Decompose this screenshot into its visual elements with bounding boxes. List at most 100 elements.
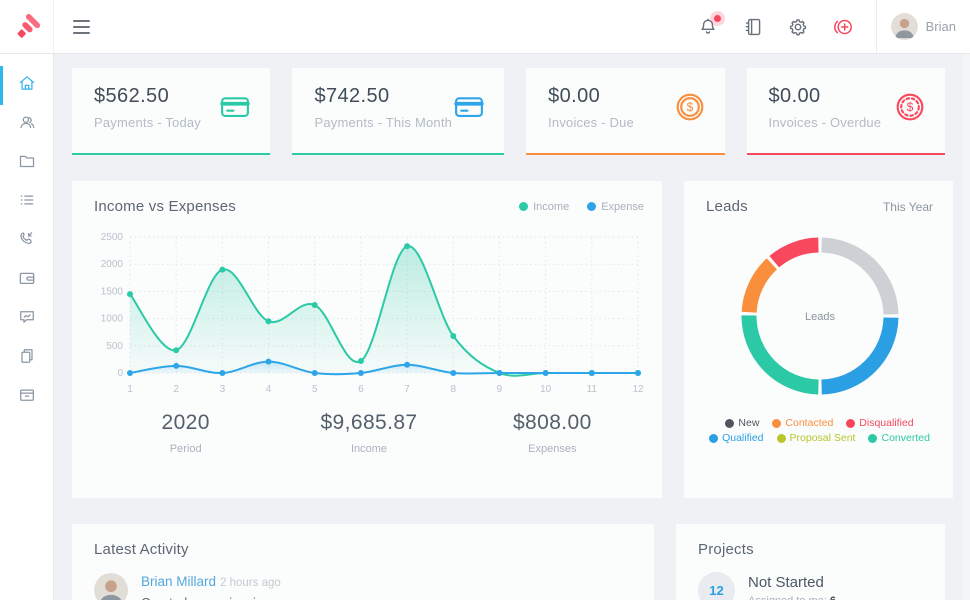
x-tick-label: 3 <box>220 384 226 395</box>
donut-segment-disqualified[interactable] <box>774 245 818 262</box>
data-point <box>219 370 225 376</box>
activity-user-link[interactable]: Brian Millard <box>141 574 216 589</box>
summary-period: 2020Period <box>94 411 277 455</box>
stat-label: Invoices - Overdue <box>769 115 882 130</box>
chart-legend: Income Expense <box>519 201 644 213</box>
summary-expenses: $808.00Expenses <box>461 411 644 455</box>
notification-badge <box>714 15 721 22</box>
wallet-icon <box>17 268 37 293</box>
data-point <box>173 363 179 369</box>
sidebar-item-tasks[interactable] <box>0 183 53 222</box>
leads-legend-converted[interactable]: Converted <box>868 432 929 444</box>
notifications-button[interactable] <box>696 15 720 39</box>
project-status-row[interactable]: 12Not StartedAssigned to me:6 <box>698 572 927 600</box>
data-point <box>219 267 225 273</box>
activity-list: Brian Millard2 hours agoCreated a new in… <box>94 573 636 600</box>
donut-segment-converted[interactable] <box>748 315 817 387</box>
y-tick-label: 1000 <box>101 314 124 325</box>
data-point <box>358 358 364 364</box>
tasks-icon <box>17 190 37 215</box>
legend-label: Qualified <box>722 432 763 444</box>
x-tick-label: 10 <box>540 384 552 395</box>
donut-segment-new[interactable] <box>821 245 890 314</box>
summary-value: 2020 <box>94 411 277 435</box>
project-count-badge: 12 <box>698 572 735 600</box>
summary-label: Expenses <box>461 443 644 455</box>
sidebar-item-archive[interactable] <box>0 378 53 417</box>
x-tick-label: 9 <box>497 384 503 395</box>
legend-dot <box>777 434 786 443</box>
x-tick-label: 12 <box>632 384 644 395</box>
contacts-icon <box>17 112 37 137</box>
legend-expense[interactable]: Expense <box>587 201 644 213</box>
sidebar <box>0 54 54 600</box>
data-point <box>404 243 410 249</box>
x-tick-label: 7 <box>404 384 410 395</box>
sidebar-item-documents[interactable] <box>0 339 53 378</box>
x-tick-label: 8 <box>450 384 456 395</box>
data-point <box>266 359 272 365</box>
stat-card-2[interactable]: $0.00Invoices - Due$ <box>526 68 724 155</box>
projects-list: 12Not StartedAssigned to me:6 <box>698 572 927 600</box>
stat-card-1[interactable]: $742.50Payments - This Month <box>292 68 504 155</box>
svg-text:$: $ <box>907 100 914 114</box>
leads-legend-qualified[interactable]: Qualified <box>709 432 763 444</box>
summary-value: $9,685.87 <box>277 411 460 435</box>
settings-button[interactable] <box>786 15 810 39</box>
leads-legend-disqualified[interactable]: Disqualified <box>846 417 913 429</box>
user-name: Brian <box>926 19 956 34</box>
stat-cards-row: $562.50Payments - Today $742.50Payments -… <box>72 68 945 155</box>
leads-legend: New Contacted Disqualified Qualified Proposa… <box>706 417 933 444</box>
divider <box>876 0 877 54</box>
leads-range-selector[interactable]: This Year <box>883 200 933 214</box>
data-point <box>312 302 318 308</box>
quick-add-button[interactable] <box>831 15 855 39</box>
donut-segment-contacted[interactable] <box>749 264 772 312</box>
projects-title: Projects <box>698 541 927 558</box>
leads-legend-proposal-sent[interactable]: Proposal Sent <box>777 432 856 444</box>
scrollbar-track[interactable] <box>963 54 970 600</box>
sidebar-item-chat[interactable] <box>0 300 53 339</box>
leads-legend-new[interactable]: New <box>725 417 759 429</box>
stat-card-0[interactable]: $562.50Payments - Today <box>72 68 270 155</box>
income-expenses-chart: 05001000150020002500123456789101112 <box>94 225 644 403</box>
chart-summary-row: 2020Period$9,685.87Income$808.00Expenses <box>94 411 644 455</box>
credit-card-icon <box>452 90 486 153</box>
sidebar-item-home[interactable] <box>0 66 53 105</box>
menu-toggle-icon[interactable] <box>69 16 94 38</box>
activity-item: Brian Millard2 hours agoCreated a new in… <box>94 573 636 600</box>
app-logo[interactable] <box>0 0 54 53</box>
data-point <box>404 362 410 368</box>
stat-value: $0.00 <box>548 85 634 108</box>
stat-label: Payments - This Month <box>314 115 452 130</box>
home-icon <box>17 73 37 98</box>
logo-icon <box>12 12 42 42</box>
stat-card-3[interactable]: $0.00Invoices - Overdue$ <box>747 68 945 155</box>
stat-label: Payments - Today <box>94 115 201 130</box>
data-point <box>173 347 179 353</box>
archive-icon <box>17 385 37 410</box>
y-tick-label: 2000 <box>101 259 124 270</box>
leads-title: Leads <box>706 198 748 215</box>
sidebar-item-wallet[interactable] <box>0 261 53 300</box>
legend-income[interactable]: Income <box>519 201 569 213</box>
topbar: Brian <box>0 0 970 54</box>
y-tick-label: 1500 <box>101 286 124 297</box>
sidebar-item-folder[interactable] <box>0 144 53 183</box>
assigned-label: Assigned to me: <box>748 595 827 600</box>
income-expenses-card: Income vs Expenses IncomeExpense 0500100… <box>72 181 662 498</box>
x-tick-label: 4 <box>266 384 272 395</box>
data-point <box>589 370 595 376</box>
legend-dot <box>868 434 877 443</box>
sidebar-item-contacts[interactable] <box>0 105 53 144</box>
donut-segment-qualified[interactable] <box>821 318 890 387</box>
data-point <box>497 370 503 376</box>
leads-legend-contacted[interactable]: Contacted <box>772 417 833 429</box>
journal-button[interactable] <box>741 15 765 39</box>
dollar-coin-dashed-icon: $ <box>893 90 927 153</box>
legend-label: Proposal Sent <box>790 432 856 444</box>
data-point <box>450 333 456 339</box>
user-menu[interactable]: Brian <box>891 13 970 40</box>
sidebar-item-calls[interactable] <box>0 222 53 261</box>
x-tick-label: 2 <box>173 384 179 395</box>
